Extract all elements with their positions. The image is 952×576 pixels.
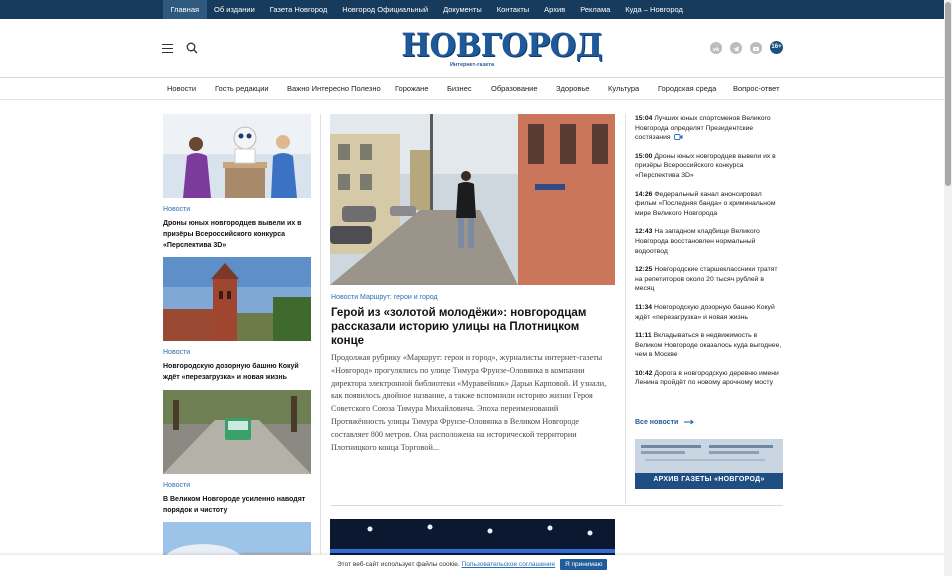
- news-card: Новости Новгородскую дозорную башню Коку…: [163, 257, 311, 383]
- news-card-image[interactable]: [163, 257, 311, 341]
- top-nav-item-documents[interactable]: Документы: [436, 0, 490, 19]
- cookie-text: Этот веб-сайт использует файлы cookie.: [337, 561, 460, 568]
- column-divider-left: [320, 114, 321, 554]
- news-card-rubric[interactable]: Новости: [163, 482, 311, 489]
- feed-item-time: 15:00: [635, 152, 653, 160]
- top-nav-item-newspaper[interactable]: Газета Новгород: [262, 0, 334, 19]
- video-icon: [674, 134, 683, 141]
- news-card-title[interactable]: В Великом Новгороде усиленно наводят пор…: [163, 494, 311, 516]
- feed-item-title[interactable]: Федеральный канал анонсировал фильм «Пос…: [635, 191, 776, 217]
- site-header: НОВГОРОД Интернет-газета vk 16+: [0, 19, 944, 78]
- search-icon[interactable]: [186, 42, 198, 54]
- feed-item[interactable]: 12:25 Новгородские старшеклассники тратят…: [635, 265, 785, 294]
- top-nav-item-home[interactable]: Главная: [163, 0, 207, 19]
- top-nav-item-about[interactable]: Об издании: [207, 0, 263, 19]
- feed-item-time: 11:34: [635, 303, 653, 311]
- feed-item[interactable]: 10:42 Дорога в новгородскую деревню имени…: [635, 369, 785, 388]
- category-news[interactable]: Новости: [167, 79, 196, 99]
- all-news-label: Все новости: [635, 419, 679, 426]
- scrollbar-thumb[interactable]: [945, 2, 951, 186]
- top-nav-items: Главная Об издании Газета Новгород Новго…: [163, 0, 690, 19]
- feed-item-time: 10:42: [635, 369, 653, 377]
- arrow-right-icon: [684, 419, 695, 425]
- all-news-link[interactable]: Все новости: [635, 419, 695, 426]
- news-card: Новости Дроны юных новгородцев вывели их…: [163, 114, 311, 251]
- category-education[interactable]: Образование: [491, 79, 538, 99]
- menu-icon[interactable]: [162, 44, 173, 53]
- feed-item-time: 12:25: [635, 266, 653, 274]
- cookie-agreement-link[interactable]: Пользовательское соглашение: [462, 561, 556, 568]
- site-logo[interactable]: НОВГОРОД Интернет-газета: [396, 29, 602, 71]
- news-card-title[interactable]: Дроны юных новгородцев вывели их в призё…: [163, 218, 311, 251]
- category-business[interactable]: Бизнес: [447, 79, 472, 99]
- category-urban[interactable]: Городская среда: [658, 79, 716, 99]
- divider: [331, 505, 783, 506]
- logo-word: НОВГОРОД: [401, 26, 603, 64]
- category-important[interactable]: Важно Интересно Полезно: [287, 79, 381, 99]
- scrollbar[interactable]: [944, 0, 952, 576]
- main-article-image[interactable]: [330, 114, 615, 285]
- top-nav-item-archive[interactable]: Архив: [537, 0, 573, 19]
- category-citizens[interactable]: Горожане: [395, 79, 429, 99]
- feed-item-title[interactable]: Лучших юных спортсменов Великого Новгоро…: [635, 115, 771, 141]
- archive-banner[interactable]: АРХИВ ГАЗЕТЫ «НОВГОРОД»: [635, 439, 783, 489]
- cookie-accept-button[interactable]: Я принимаю: [560, 559, 608, 570]
- feed-item[interactable]: 11:34 Новгородскую дозорную башню Кокуй ж…: [635, 303, 785, 322]
- top-nav-item-where[interactable]: Куда – Новгород: [618, 0, 691, 19]
- archive-banner-text: АРХИВ ГАЗЕТЫ «НОВГОРОД»: [653, 476, 765, 483]
- feed-item-time: 12:43: [635, 228, 653, 236]
- main-article-rubric[interactable]: Новости Маршрут: герои и город: [331, 294, 438, 301]
- top-nav-item-ads[interactable]: Реклама: [573, 0, 618, 19]
- feed-item-time: 11:11: [635, 332, 652, 340]
- cookie-text-line: Этот веб-сайт использует файлы cookie. П…: [337, 560, 555, 570]
- feed-item-title[interactable]: На западном кладбище Великого Новгорода …: [635, 228, 760, 254]
- feed-item-time: 15:04: [635, 115, 653, 122]
- category-culture[interactable]: Культура: [608, 79, 639, 99]
- youtube-icon[interactable]: [750, 42, 762, 54]
- news-card-rubric[interactable]: Новости: [163, 206, 311, 213]
- main-article-excerpt: Продолжая рубрику «Маршрут: герои и горо…: [331, 353, 607, 452]
- feed-item-title[interactable]: Дроны юных новгородцев вывели их в призё…: [635, 153, 776, 179]
- feed-item-title[interactable]: Новгородскую дозорную башню Кокуй ждёт «…: [635, 304, 775, 321]
- age-rating-badge: 16+: [770, 41, 783, 54]
- main-article-title[interactable]: Герой из «золотой молодёжи»: новгородцам…: [331, 306, 613, 348]
- category-qa[interactable]: Вопрос-ответ: [733, 79, 780, 99]
- top-nav-bar: Главная Об издании Газета Новгород Новго…: [0, 0, 944, 19]
- news-card: Новости В Великом Новгороде усиленно нав…: [163, 390, 311, 516]
- vk-icon[interactable]: vk: [710, 42, 722, 54]
- news-card-rubric[interactable]: Новости: [163, 349, 311, 356]
- telegram-icon[interactable]: [730, 42, 742, 54]
- feed-item-title[interactable]: Вкладываться в недвижимость в Великом Но…: [635, 332, 781, 358]
- top-nav-item-official[interactable]: Новгород Официальный: [335, 0, 436, 19]
- cookie-banner: Этот веб-сайт использует файлы cookie. П…: [0, 555, 944, 576]
- feed-item-time: 14:26: [635, 190, 653, 198]
- news-card-title[interactable]: Новгородскую дозорную башню Кокуй ждёт «…: [163, 361, 311, 383]
- feed-item-title[interactable]: Дорога в новгородскую деревню имени Лени…: [635, 370, 779, 387]
- svg-text:vk: vk: [713, 47, 720, 53]
- top-nav-item-contacts[interactable]: Контакты: [489, 0, 536, 19]
- news-card-image[interactable]: [163, 390, 311, 474]
- feed-item[interactable]: 15:04 Лучших юных спортсменов Великого Но…: [635, 114, 785, 143]
- feed-item[interactable]: 15:00 Дроны юных новгородцев вывели их в …: [635, 152, 785, 181]
- category-guest[interactable]: Гость редакции: [215, 79, 269, 99]
- news-feed: 15:04 Лучших юных спортсменов Великого Но…: [635, 114, 785, 388]
- category-health[interactable]: Здоровье: [556, 79, 589, 99]
- news-card-image[interactable]: [163, 114, 311, 198]
- feed-item-title[interactable]: Новгородские старшеклассники тратят на р…: [635, 266, 777, 292]
- feed-item[interactable]: 11:11 Вкладываться в недвижимость в Велик…: [635, 331, 785, 360]
- category-nav: Новости Гость редакции Важно Интересно П…: [0, 79, 944, 100]
- feed-item[interactable]: 14:26 Федеральный канал анонсировал фильм…: [635, 190, 785, 219]
- column-divider-right: [625, 114, 626, 504]
- feed-item[interactable]: 12:43 На западном кладбище Великого Новго…: [635, 227, 785, 256]
